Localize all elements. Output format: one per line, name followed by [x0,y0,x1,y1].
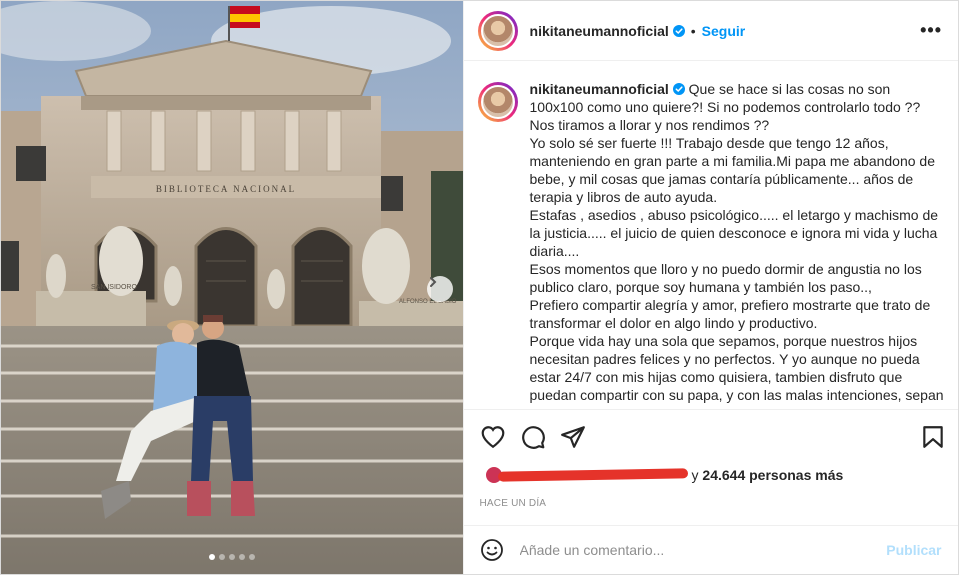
likes-summary[interactable]: y 24.644 personas más [480,462,946,488]
post-timestamp[interactable]: HACE UN DÍA [480,498,946,509]
paper-plane-icon[interactable] [560,424,586,450]
caption-line: nikitaneumannoficial Que se hace si las … [530,80,948,134]
likes-text[interactable]: y 24.644 personas más [692,467,844,483]
statue-plaque-left: SAN ISIDORO [91,284,137,291]
post-header: nikitaneumannoficial • Seguir ••• [463,1,958,61]
carousel-dot [228,554,235,560]
caption-paragraph: Porque vida hay una sola que sepamos, po… [529,333,944,409]
follow-button[interactable]: Seguir [702,23,746,39]
verified-badge-icon [672,24,685,37]
publish-button[interactable]: Publicar [886,542,941,558]
carousel-next-button[interactable] [427,276,453,302]
author-username[interactable]: nikitaneumannoficial [530,23,669,39]
carousel-dot [208,554,215,560]
caption-paragraph: Prefiero compartir alegría y amor, prefi… [529,297,935,331]
author-avatar[interactable] [477,10,518,51]
separator-dot: • [690,22,696,39]
more-options-button[interactable]: ••• [920,20,942,41]
post-caption: nikitaneumannoficial Que se hace si las … [464,62,958,409]
caption-text: nikitaneumannoficial Que se hace si las … [530,80,948,409]
likes-prefix: y [691,467,699,483]
likes-count[interactable]: 24.644 personas más [702,467,843,483]
carousel-indicator [1,554,463,560]
chevron-right-icon [430,277,437,287]
heart-icon[interactable] [480,424,506,450]
redacted-liker-name [497,468,688,482]
caption-paragraph: Estafas , asedios , abuso psicológico...… [529,207,942,259]
bookmark-icon[interactable] [920,424,946,450]
action-icons-row [480,424,946,450]
caption-paragraph: Yo solo sé ser fuerte !!! Trabajo desde … [529,135,939,205]
comment-bar: Publicar [463,525,958,574]
carousel-dot [238,554,245,560]
post-side-panel: nikitaneumannoficial • Seguir ••• nikita… [462,1,958,574]
caption-paragraph: Esos momentos que lloro y no puedo dormi… [529,261,926,295]
smiley-icon[interactable] [480,538,504,562]
comment-input[interactable] [519,542,887,558]
instagram-post: BIBLIOTECA NACIONAL SAN ISIDORO ALFONSO … [0,0,959,575]
caption-username[interactable]: nikitaneumannoficial [530,81,669,97]
verified-badge-icon [672,83,685,95]
statue-plaque-right: ALFONSO EL SABIO [399,299,457,305]
library-photo-illustration: BIBLIOTECA NACIONAL SAN ISIDORO ALFONSO … [1,1,463,574]
post-actions: y 24.644 personas más HACE UN DÍA [463,409,958,509]
building-sign: BIBLIOTECA NACIONAL [156,184,296,194]
carousel-dot [218,554,225,560]
post-photo[interactable]: BIBLIOTECA NACIONAL SAN ISIDORO ALFONSO … [1,1,463,574]
caption-author-avatar[interactable] [477,82,518,122]
carousel-dot [248,554,255,560]
comment-icon[interactable] [520,424,546,450]
